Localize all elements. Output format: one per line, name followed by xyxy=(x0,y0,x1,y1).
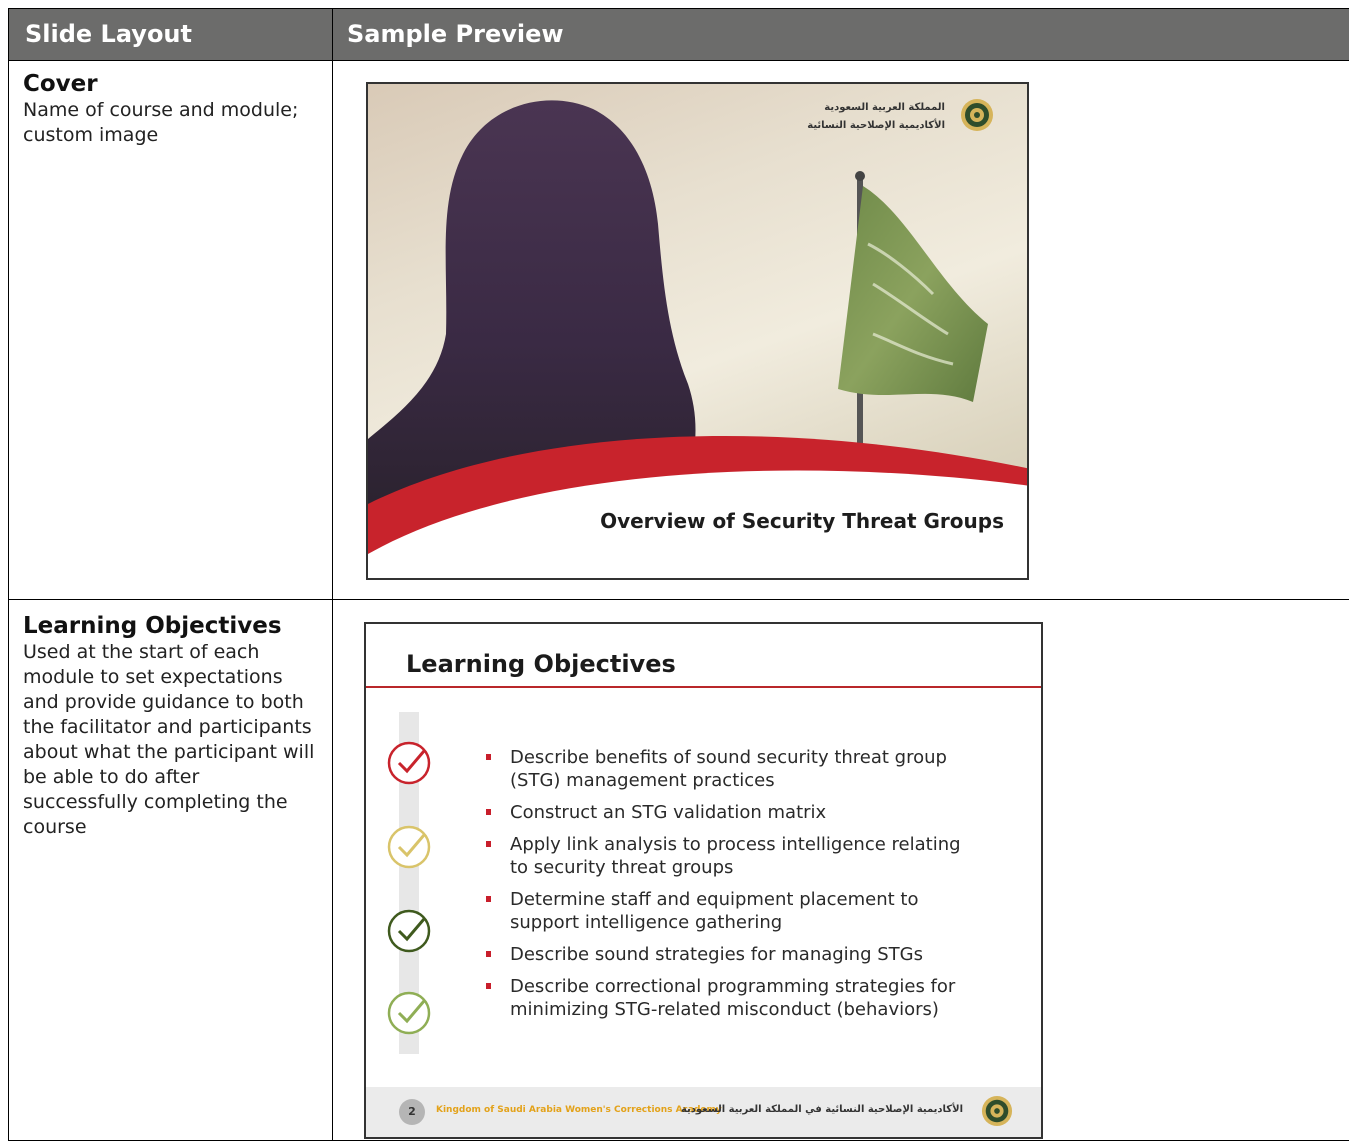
cover-title: Cover xyxy=(23,71,98,97)
slide-layout-table: Slide Layout Sample Preview Cover Name o… xyxy=(8,8,1349,1141)
check-icon xyxy=(387,825,431,869)
academy-emblem-icon xyxy=(981,1095,1013,1127)
title-underline xyxy=(366,686,1041,688)
row-divider xyxy=(9,599,1349,600)
list-item: Describe correctional programming strate… xyxy=(486,975,966,1021)
cover-illustration xyxy=(368,100,1027,578)
list-item: Construct an STG validation matrix xyxy=(486,801,966,824)
header-slide-layout: Slide Layout xyxy=(25,20,192,48)
list-item: Apply link analysis to process intellige… xyxy=(486,833,966,879)
objectives-list: Describe benefits of sound security thre… xyxy=(486,746,966,1030)
cover-arabic-line1: المملكة العربية السعودية xyxy=(824,102,945,113)
objectives-slide-preview: Learning Objectives Describe benefits of… xyxy=(364,622,1043,1139)
table-header: Slide Layout Sample Preview xyxy=(9,9,1349,61)
list-item: Describe sound strategies for managing S… xyxy=(486,943,966,966)
check-icon xyxy=(387,909,431,953)
slide-footer: 2 Kingdom of Saudi Arabia Women's Correc… xyxy=(366,1087,1041,1137)
cover-slide-preview: المملكة العربية السعودية الأكاديمية الإص… xyxy=(366,82,1029,580)
check-icon xyxy=(387,991,431,1035)
cover-arabic-line2: الأكاديمية الإصلاحية النسائية xyxy=(807,120,945,131)
footer-arabic: الأكاديمية الإصلاحية النسائية في المملكة… xyxy=(680,1104,963,1115)
flag-shape xyxy=(838,186,988,402)
objectives-row-label: Learning Objectives Used at the start of… xyxy=(23,613,318,840)
objectives-description: Used at the start of each module to set … xyxy=(23,641,315,838)
check-icon xyxy=(387,741,431,785)
cover-description: Name of course and module; custom image xyxy=(23,99,299,146)
objectives-slide-title: Learning Objectives xyxy=(406,650,676,678)
cover-slide-title: Overview of Security Threat Groups xyxy=(600,509,1004,533)
page-number: 2 xyxy=(399,1099,425,1125)
list-item: Determine staff and equipment placement … xyxy=(486,888,966,934)
footer-english: Kingdom of Saudi Arabia Women's Correcti… xyxy=(436,1105,722,1115)
academy-emblem-icon xyxy=(961,99,993,131)
objectives-title: Learning Objectives xyxy=(23,613,282,639)
header-sample-preview: Sample Preview xyxy=(347,20,564,48)
list-item: Describe benefits of sound security thre… xyxy=(486,746,966,792)
cover-row-label: Cover Name of course and module; custom … xyxy=(23,71,318,148)
column-divider xyxy=(332,9,333,1140)
